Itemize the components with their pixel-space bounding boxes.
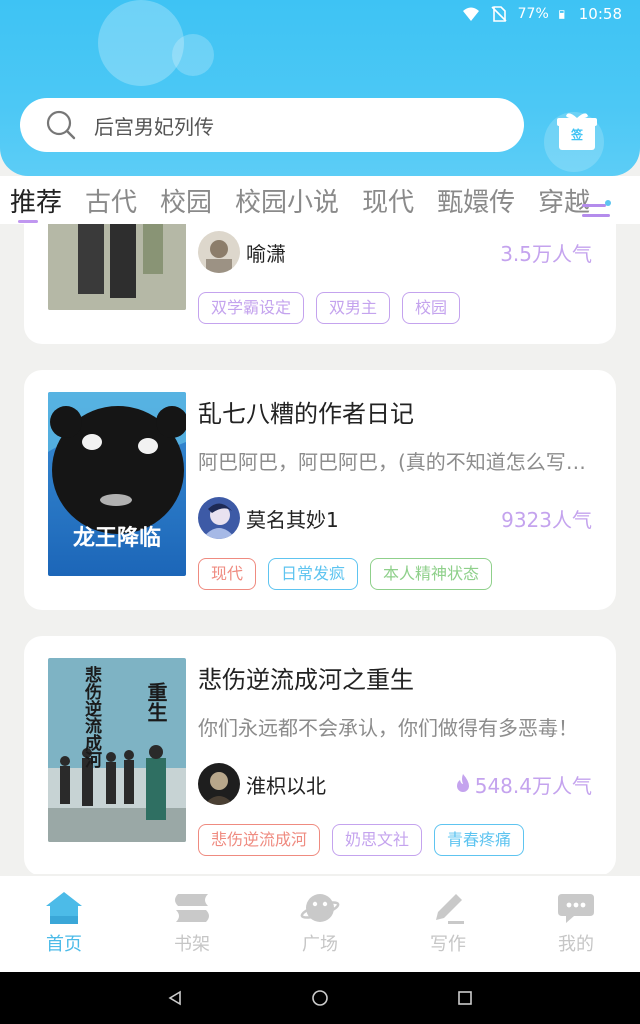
tab-ancient[interactable]: 古代 (85, 182, 137, 219)
nav-square[interactable]: 广场 (256, 876, 384, 972)
avatar[interactable] (198, 763, 240, 805)
tag[interactable]: 校园 (402, 292, 461, 324)
recents-icon[interactable] (457, 990, 473, 1006)
fire-icon (456, 774, 469, 792)
nav-label: 首页 (46, 934, 82, 955)
tab-campus[interactable]: 校园 (160, 182, 212, 219)
battery-level: 77% (517, 6, 549, 22)
author-name[interactable]: 莫名其妙1 (246, 504, 339, 533)
nav-home[interactable]: 首页 (0, 876, 128, 972)
author-row: 淮枳以北 548.4万人气 (198, 762, 592, 806)
nav-write[interactable]: 写作 (384, 876, 512, 972)
popularity-value: 548.4万人气 (474, 773, 592, 798)
tag[interactable]: 青春疼痛 (434, 824, 525, 856)
tag[interactable]: 奶思文社 (332, 824, 423, 856)
nav-label: 写作 (430, 934, 466, 955)
avatar[interactable] (198, 231, 240, 273)
book-description: 你们永远都不会承认，你们做得有多恶毒！ (198, 716, 578, 740)
tag[interactable]: 本人精神状态 (370, 558, 493, 590)
popularity-count: 3.5万人气 (500, 241, 592, 266)
book-cover (48, 224, 186, 310)
header: 77% 10:58 后宫男妃列传 签 (0, 0, 640, 176)
tab-zhenhuan[interactable]: 甄嬛传 (437, 182, 515, 219)
author-row: 莫名其妙1 9323人气 (198, 496, 592, 540)
back-icon[interactable] (167, 990, 183, 1006)
active-tab-indicator (18, 220, 38, 223)
bookshelf-icon (175, 894, 209, 922)
gift-label: 签 (570, 128, 583, 142)
nav-bookshelf[interactable]: 书架 (128, 876, 256, 972)
cover-subtitle-vertical: 重生 (144, 682, 168, 722)
book-cover: 悲伤逆流成河 重生 (48, 658, 186, 842)
tag-list: 悲伤逆流成河 奶思文社 青春疼痛 (198, 824, 525, 856)
tag[interactable]: 日常发疯 (268, 558, 359, 590)
tag[interactable]: 悲伤逆流成河 (198, 824, 320, 856)
book-description: 阿巴阿巴，阿巴阿巴，(真的不知道怎么写简介) (198, 450, 594, 474)
nav-label: 我的 (558, 934, 594, 955)
cover-text: 龙王降临 (72, 526, 161, 551)
wifi-icon (462, 7, 479, 21)
tag[interactable]: 现代 (198, 558, 257, 590)
tab-modern[interactable]: 现代 (362, 182, 414, 219)
author-row: 喻潇 3.5万人气 (198, 230, 592, 274)
nav-label: 书架 (174, 934, 210, 955)
pen-icon (436, 894, 464, 924)
battery-icon (558, 10, 565, 19)
search-placeholder: 后宫男妃列传 (94, 114, 214, 139)
home-icon (46, 892, 82, 924)
category-tabs: 推荐 古代 校园 校园小说 现代 甄嬛传 穿越 (0, 176, 640, 224)
author-name[interactable]: 喻潇 (246, 238, 286, 267)
no-sim-icon (491, 6, 507, 22)
planet-icon (300, 894, 340, 922)
chat-bubble-icon (558, 894, 594, 923)
bottom-nav: 首页 书架 广场 写作 我的 (0, 876, 640, 972)
book-title[interactable]: 乱七八糟的作者日记 (198, 394, 414, 429)
book-card[interactable]: 龙王降临 乱七八糟的作者日记 阿巴阿巴，阿巴阿巴，(真的不知道怎么写简介) 莫名… (24, 370, 616, 610)
status-bar: 77% 10:58 (0, 0, 640, 28)
avatar[interactable] (198, 497, 240, 539)
decor-bubble (172, 34, 214, 76)
tag-list: 现代 日常发疯 本人精神状态 (198, 558, 493, 590)
nav-label: 广场 (302, 934, 338, 955)
system-nav-bar (0, 972, 640, 1024)
tab-recommend[interactable]: 推荐 (10, 182, 62, 219)
book-title[interactable]: 悲伤逆流成河之重生 (198, 660, 414, 695)
author-name[interactable]: 淮枳以北 (246, 770, 326, 799)
book-card[interactable]: 悲伤逆流成河 重生 悲伤逆流成河之重生 你们永远都不会承认，你们做得有多恶毒！ … (24, 636, 616, 874)
book-feed: 喻潇 3.5万人气 双学霸设定 双男主 校园 龙王降临 乱七八糟的作者日记 阿巴… (0, 224, 640, 874)
search-bar[interactable]: 后宫男妃列传 (20, 98, 524, 152)
tab-campus-novel[interactable]: 校园小说 (235, 182, 339, 219)
popularity-count: 548.4万人气 (455, 770, 592, 799)
book-card[interactable]: 喻潇 3.5万人气 双学霸设定 双男主 校园 (24, 224, 616, 344)
tag[interactable]: 双男主 (316, 292, 391, 324)
tag-list: 双学霸设定 双男主 校园 (198, 292, 461, 324)
sign-in-gift-button[interactable]: 签 (556, 110, 598, 152)
tag[interactable]: 双学霸设定 (198, 292, 305, 324)
clock: 10:58 (578, 5, 622, 23)
search-icon (46, 110, 76, 140)
home-circle-icon[interactable] (311, 989, 329, 1007)
cover-title-vertical: 悲伤逆流成河 (81, 666, 101, 768)
popularity-count: 9323人气 (501, 507, 592, 532)
book-cover: 龙王降临 (48, 392, 186, 576)
nav-me[interactable]: 我的 (512, 876, 640, 972)
